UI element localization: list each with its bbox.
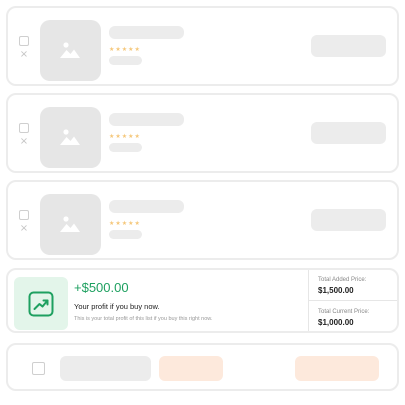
subtitle-placeholder (109, 143, 142, 152)
footer-action-placeholder[interactable] (295, 356, 379, 381)
product-thumbnail (40, 20, 101, 81)
profit-icon-box (14, 277, 68, 330)
remove-icon[interactable]: × (19, 50, 29, 60)
select-all-checkbox[interactable] (32, 362, 45, 375)
item-checkbox[interactable] (19, 123, 29, 133)
image-icon (60, 129, 80, 145)
action-placeholder[interactable] (311, 209, 386, 231)
profit-title: Your profit if you buy now. (74, 302, 160, 311)
footer-actions-card (6, 343, 399, 391)
title-placeholder (109, 200, 184, 213)
total-current-price-label: Total Current Price: (318, 309, 370, 315)
image-icon (60, 42, 80, 58)
remove-icon[interactable]: × (19, 137, 29, 147)
rating-stars: ★★★★★ (109, 133, 141, 140)
total-added-price-value: $1,500.00 (318, 286, 354, 295)
product-thumbnail (40, 107, 101, 168)
list-item-card: × ★★★★★ (6, 180, 399, 260)
total-added-price-label: Total Added Price: (318, 277, 367, 283)
footer-action-placeholder[interactable] (159, 356, 223, 381)
product-thumbnail (40, 194, 101, 255)
item-checkbox[interactable] (19, 210, 29, 220)
image-icon (60, 216, 80, 232)
rating-stars: ★★★★★ (109, 220, 141, 227)
action-placeholder[interactable] (311, 122, 386, 144)
profit-summary-card: +$500.00 Your profit if you buy now. Thi… (6, 268, 399, 333)
list-item-card: × ★★★★★ (6, 93, 399, 173)
title-placeholder (109, 26, 184, 39)
subtitle-placeholder (109, 230, 142, 239)
profit-amount: +$500.00 (74, 280, 129, 295)
trending-up-icon (28, 291, 54, 317)
action-placeholder[interactable] (311, 35, 386, 57)
total-current-price-value: $1,000.00 (318, 318, 354, 327)
footer-placeholder (60, 356, 151, 381)
list-item-card: × ★★★★★ (6, 6, 399, 86)
remove-icon[interactable]: × (19, 224, 29, 234)
divider (308, 300, 397, 301)
profit-description: This is your total profit of this list i… (74, 316, 213, 322)
item-checkbox[interactable] (19, 36, 29, 46)
rating-stars: ★★★★★ (109, 46, 141, 53)
subtitle-placeholder (109, 56, 142, 65)
title-placeholder (109, 113, 184, 126)
